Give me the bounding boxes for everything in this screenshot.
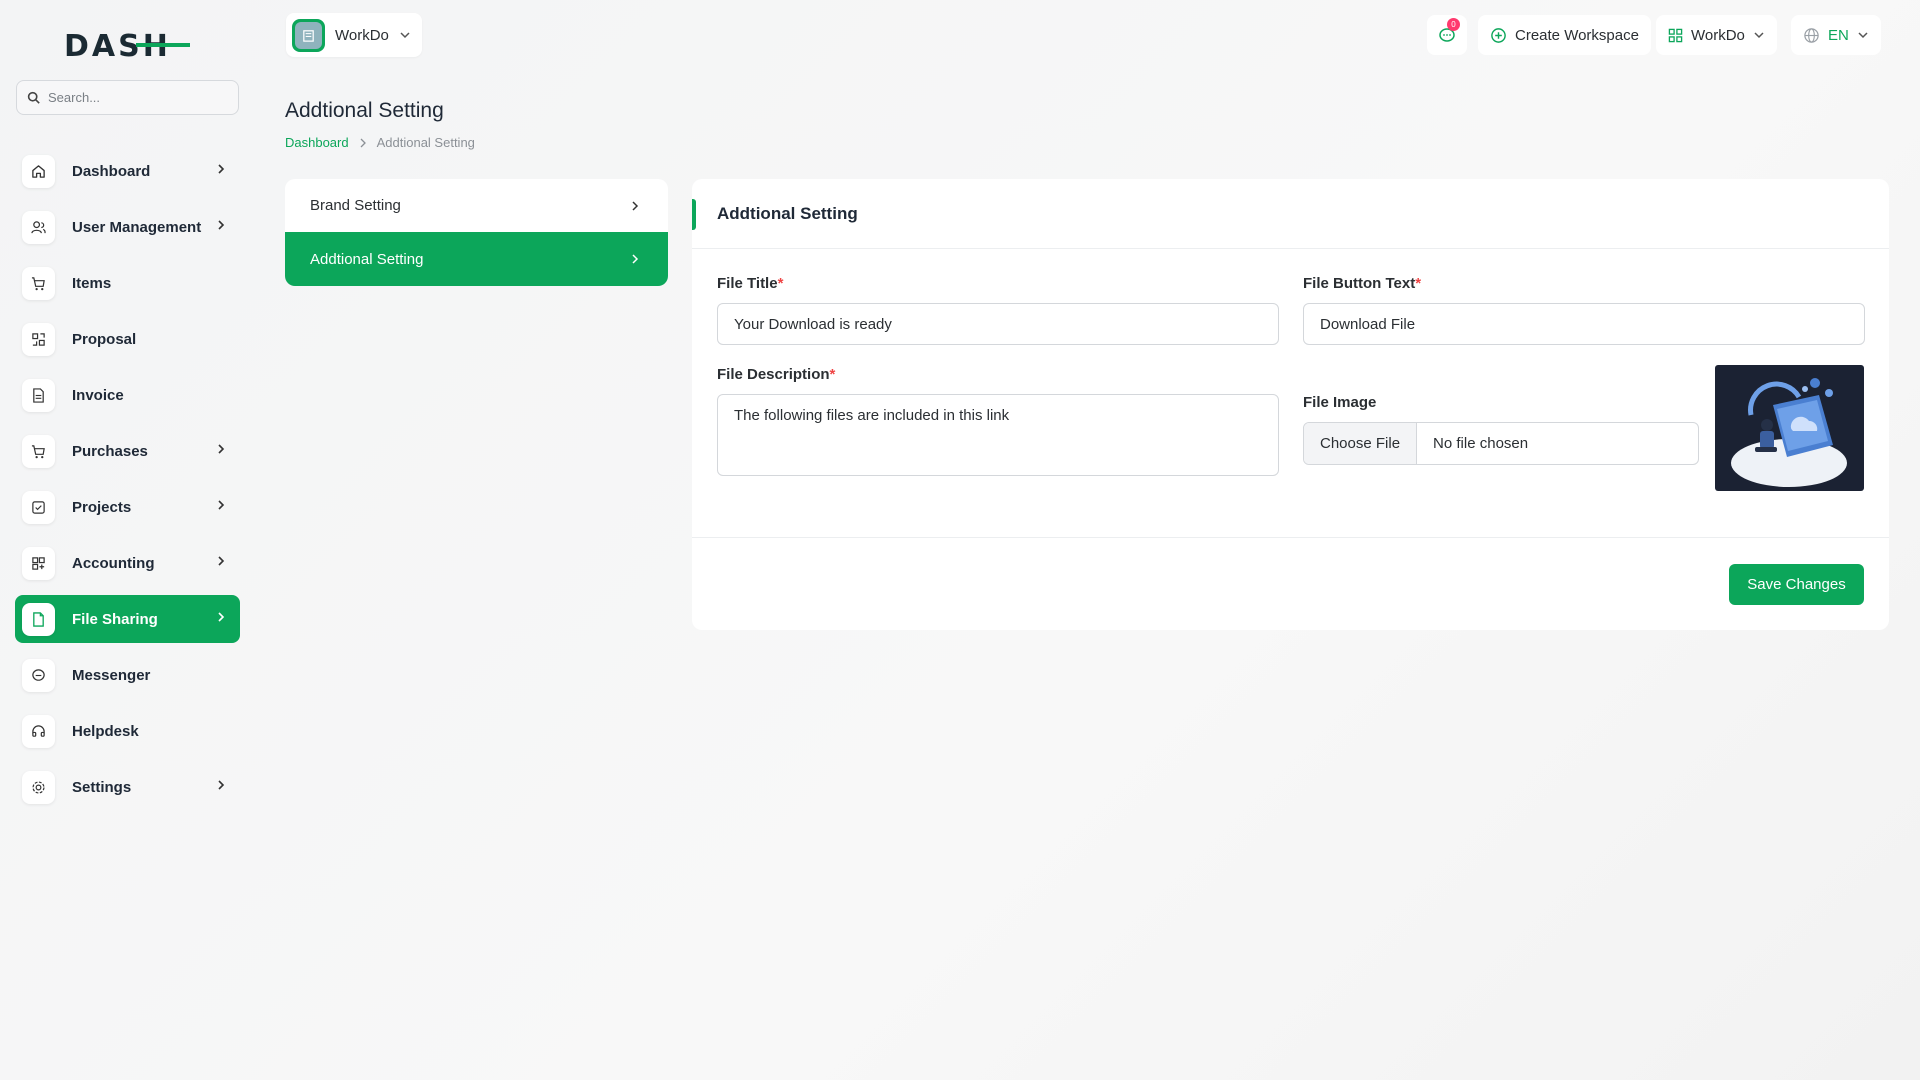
file-image-input[interactable]: Choose File No file chosen [1303, 422, 1699, 465]
search-box[interactable] [16, 80, 239, 115]
breadcrumb-current: Addtional Setting [376, 135, 475, 150]
sidebar-item-purchases[interactable]: Purchases [15, 427, 240, 475]
sidebar-item-label: Purchases [72, 442, 148, 460]
workspace-switcher[interactable]: WorkDo [286, 13, 422, 57]
sidebar-nav: Dashboard User Management Items Proposal… [15, 147, 240, 819]
chat-icon [22, 658, 55, 692]
sidebar-item-label: File Sharing [72, 610, 158, 628]
sidebar-item-user-management[interactable]: User Management [15, 203, 240, 251]
dash-logo[interactable]: DASH [64, 28, 190, 62]
file-image-label: File Image [1303, 394, 1377, 411]
plus-circle-icon [1491, 27, 1506, 43]
cart-icon [22, 434, 55, 468]
chevron-down-icon [1858, 32, 1868, 39]
chevron-right-icon [218, 612, 225, 622]
sidebar-item-messenger[interactable]: Messenger [15, 651, 240, 699]
chevron-down-icon [1754, 32, 1764, 39]
checkbox-icon [22, 490, 55, 524]
apps-icon [1668, 28, 1683, 42]
sidebar-item-label: Messenger [72, 666, 151, 684]
create-workspace-label: Create Workspace [1515, 26, 1639, 44]
chevron-right-icon [218, 780, 225, 790]
choose-file-button[interactable]: Choose File [1304, 423, 1418, 464]
file-image-preview [1715, 365, 1864, 491]
sidebar-item-label: Accounting [72, 554, 155, 572]
workspace-avatar [292, 18, 325, 52]
grid-icon [22, 546, 55, 580]
language-label: EN [1828, 26, 1849, 44]
sidebar-item-dashboard[interactable]: Dashboard [15, 147, 240, 195]
settings-menu-item-additional[interactable]: Addtional Setting [285, 232, 668, 286]
users-icon [22, 210, 55, 244]
file-description-textarea[interactable]: The following files are included in this… [717, 394, 1279, 476]
chevron-right-icon [632, 254, 639, 264]
proposal-icon [22, 322, 55, 356]
file-button-text-label: File Button Text* [1303, 275, 1422, 292]
chevron-down-icon [400, 32, 410, 39]
card-footer-divider [692, 537, 1889, 538]
sidebar-item-projects[interactable]: Projects [15, 483, 240, 531]
sidebar: DASH Dashboard User Management Items Pro… [0, 0, 255, 1080]
additional-setting-card: Addtional Setting File Title* Your Downl… [692, 179, 1889, 630]
messages-button[interactable]: 0 [1427, 15, 1467, 55]
file-status-text: No file chosen [1433, 435, 1529, 452]
invoice-icon [22, 378, 55, 412]
sidebar-item-label: Helpdesk [72, 722, 139, 740]
language-selector[interactable]: EN [1791, 15, 1881, 55]
settings-menu-item-brand[interactable]: Brand Setting [285, 179, 668, 232]
sidebar-item-helpdesk[interactable]: Helpdesk [15, 707, 240, 755]
create-workspace-button[interactable]: Create Workspace [1478, 15, 1651, 55]
card-title: Addtional Setting [717, 203, 858, 223]
file-title-input[interactable]: Your Download is ready [717, 303, 1279, 345]
chevron-right-icon [218, 164, 225, 174]
settings-menu: Brand Setting Addtional Setting [285, 179, 668, 286]
settings-menu-label: Brand Setting [310, 197, 401, 214]
sidebar-item-label: Dashboard [72, 162, 151, 180]
sidebar-item-settings[interactable]: Settings [15, 763, 240, 811]
workspace-menu-label: WorkDo [1691, 26, 1745, 44]
building-icon [303, 29, 314, 42]
card-header: Addtional Setting [692, 179, 1889, 249]
chevron-right-icon [360, 138, 366, 147]
chevron-right-icon [218, 556, 225, 566]
sidebar-item-file-sharing[interactable]: File Sharing [15, 595, 240, 643]
cart-icon [22, 266, 55, 300]
headset-icon [22, 714, 55, 748]
breadcrumb: Dashboard Addtional Setting [285, 135, 475, 150]
globe-icon [1804, 27, 1819, 43]
chevron-right-icon [632, 201, 639, 211]
breadcrumb-home-link[interactable]: Dashboard [285, 135, 349, 150]
sidebar-item-label: Invoice [72, 386, 124, 404]
file-button-text-input[interactable]: Download File [1303, 303, 1865, 345]
sidebar-item-label: Proposal [72, 330, 137, 348]
workspace-menu-button[interactable]: WorkDo [1656, 15, 1777, 55]
sidebar-item-label: User Management [72, 218, 202, 236]
page-title: Addtional Setting [285, 99, 444, 122]
settings-menu-label: Addtional Setting [310, 250, 424, 268]
file-title-label: File Title* [717, 275, 784, 292]
home-icon [22, 154, 55, 188]
gear-icon [22, 770, 55, 804]
sidebar-item-label: Projects [72, 498, 132, 516]
save-changes-button[interactable]: Save Changes [1729, 564, 1864, 605]
file-description-label: File Description* [717, 366, 836, 383]
sidebar-item-label: Items [72, 274, 112, 292]
sidebar-item-items[interactable]: Items [15, 259, 240, 307]
file-icon [22, 602, 55, 636]
search-input[interactable] [48, 90, 228, 105]
chevron-right-icon [218, 220, 225, 230]
sidebar-item-accounting[interactable]: Accounting [15, 539, 240, 587]
sidebar-item-proposal[interactable]: Proposal [15, 315, 240, 363]
notification-badge: 0 [1447, 18, 1460, 31]
sidebar-item-label: Settings [72, 778, 132, 796]
workspace-name: WorkDo [335, 26, 389, 44]
search-icon [27, 91, 40, 104]
sidebar-item-invoice[interactable]: Invoice [15, 371, 240, 419]
chevron-right-icon [218, 500, 225, 510]
chevron-right-icon [218, 444, 225, 454]
